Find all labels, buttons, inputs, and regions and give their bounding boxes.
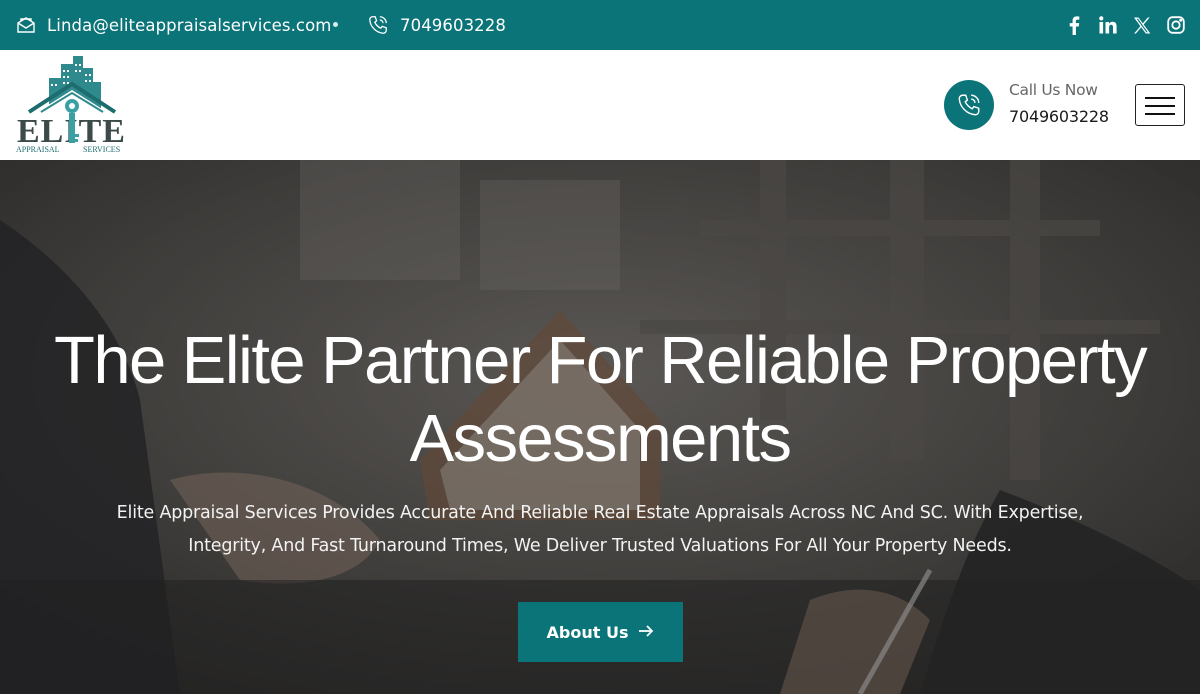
social-links [1064,0,1186,50]
hero-section: The Elite Partner For Reliable Property … [0,160,1200,694]
menu-line [1145,97,1175,99]
x-twitter-icon[interactable] [1132,15,1152,35]
call-phone-icon[interactable] [944,80,994,130]
email-link[interactable]: Linda@eliteappraisalservices.com [16,0,331,50]
arrow-right-icon [638,623,654,642]
phone-link[interactable]: 7049603228 [367,0,506,50]
menu-line [1145,105,1175,107]
email-text: Linda@eliteappraisalservices.com [47,15,332,35]
elite-appraisal-logo[interactable]: ELITE APPRAISAL SERVICES [15,56,129,154]
hero-subtitle-line-1: Elite Appraisal Services Provides Accura… [116,503,1084,523]
hero-subtitle: Elite Appraisal Services Provides Accura… [90,497,1110,563]
call-us-number[interactable]: 7049603228 [1009,107,1109,126]
logo-tagline-left: APPRAISAL [16,145,60,154]
hero-title: The Elite Partner For Reliable Property … [0,322,1200,478]
linkedin-icon[interactable] [1098,15,1118,35]
hamburger-menu-icon[interactable] [1135,84,1185,126]
hero-subtitle-line-2: Integrity, And Fast Turnaround Times, We… [188,536,1012,556]
instagram-icon[interactable] [1166,15,1186,35]
separator-dot [333,22,338,27]
menu-line [1145,113,1175,115]
envelope-icon [16,16,36,34]
hero-title-line-2: Assessments [409,401,792,476]
top-contact-bar: Linda@eliteappraisalservices.com 7049603… [0,0,1200,50]
about-us-button[interactable]: About Us [518,602,683,662]
facebook-icon[interactable] [1064,15,1084,35]
site-header: ELITE APPRAISAL SERVICES Call Us Now 704… [0,50,1200,160]
hero-title-line-1: The Elite Partner For Reliable Property [54,323,1148,398]
about-us-label: About Us [546,622,629,642]
call-us-label: Call Us Now [1009,81,1098,99]
phone-text: 7049603228 [400,15,506,35]
phone-icon [367,14,389,36]
logo-tagline-right: SERVICES [83,145,120,154]
